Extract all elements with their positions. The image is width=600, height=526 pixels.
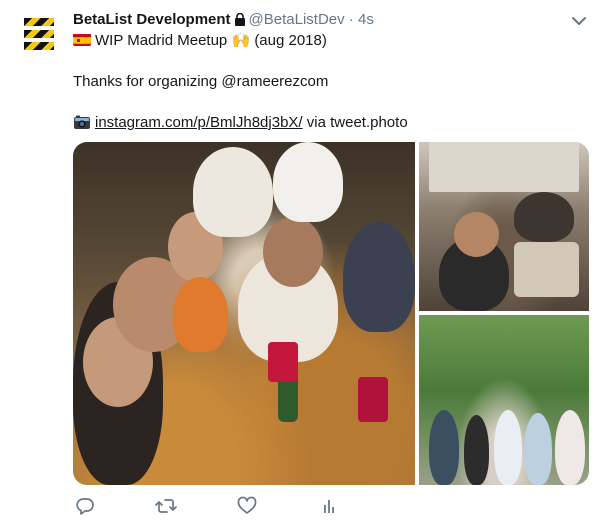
photo-figure: [429, 410, 459, 485]
author-name[interactable]: BetaList Development: [73, 11, 231, 28]
author-handle[interactable]: @BetaListDev: [249, 11, 345, 28]
tweet-text-line: WIP Madrid Meetup 🙌 (aug 2018): [73, 31, 327, 51]
like-icon[interactable]: [237, 496, 259, 518]
photo-table: [514, 242, 579, 297]
media-grid[interactable]: [73, 142, 589, 485]
photo-figure: [514, 192, 574, 242]
thanks-text: Thanks for organizing: [73, 73, 222, 90]
via-text: via tweet.photo: [302, 114, 408, 131]
tweet-text-line: Thanks for organizing @rameerezcom: [73, 72, 328, 92]
photo-figure: [193, 147, 273, 237]
photo-figure: [454, 212, 499, 257]
photo-figure: [273, 142, 343, 222]
photo-figure: [173, 277, 228, 352]
photo-figure: [524, 413, 552, 485]
photo-figure: [343, 222, 415, 332]
photo-restaurant-group[interactable]: [73, 142, 415, 485]
photo-figure: [464, 415, 489, 485]
separator: ·: [348, 11, 354, 28]
avatar[interactable]: [24, 18, 54, 50]
tweet-actions: [73, 496, 373, 520]
instagram-link[interactable]: instagram.com/p/BmlJh8dj3bX/: [95, 114, 303, 131]
tweet[interactable]: BetaList Development @BetaListDev · 4s WI…: [0, 0, 600, 526]
meetup-title: WIP Madrid Meetup: [95, 32, 228, 49]
avatar-stripe: [24, 42, 54, 50]
spain-flag-icon: [73, 33, 91, 46]
mention-link[interactable]: @rameerezcom: [221, 73, 328, 90]
meetup-date: (aug 2018): [254, 32, 327, 49]
chevron-down-icon[interactable]: [570, 12, 588, 30]
photo-figure: [494, 410, 522, 485]
photo-group-table[interactable]: [419, 142, 589, 311]
avatar-stripe: [24, 30, 54, 38]
camera-icon: [73, 114, 91, 136]
tweet-header: BetaList Development @BetaListDev · 4s: [73, 10, 374, 32]
tweet-text-line: instagram.com/p/BmlJh8dj3bX/ via tweet.p…: [73, 113, 408, 136]
photo-drink: [358, 377, 388, 422]
photo-drink: [268, 342, 298, 382]
analytics-icon[interactable]: [319, 496, 341, 518]
photo-figure: [263, 217, 323, 287]
photo-figure: [555, 410, 585, 485]
avatar-stripe: [24, 18, 54, 26]
timestamp[interactable]: 4s: [358, 11, 374, 28]
raised-hands-icon: 🙌: [231, 32, 251, 49]
reply-icon[interactable]: [75, 496, 97, 518]
retweet-icon[interactable]: [155, 496, 177, 518]
lock-icon: [234, 12, 246, 32]
photo-group-garden[interactable]: [419, 315, 589, 485]
photo-wall-frames: [429, 142, 579, 192]
